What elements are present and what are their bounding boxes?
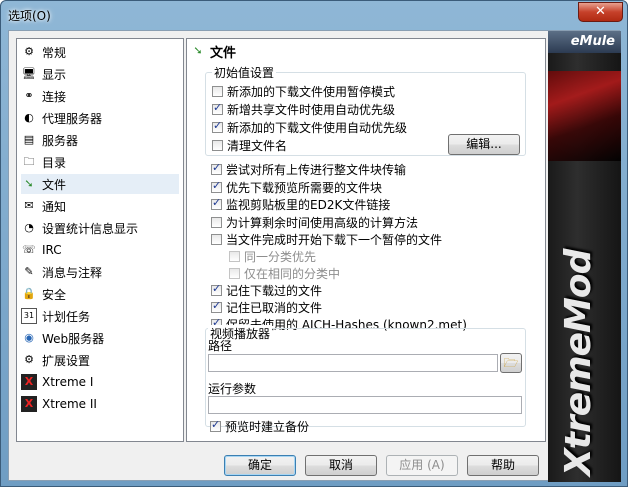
sidebar-item-xtreme-1[interactable]: X Xtreme I	[21, 372, 93, 392]
args-label: 运行参数	[208, 382, 257, 396]
checkbox-box[interactable]	[212, 119, 223, 133]
path-label: 路径	[208, 339, 233, 353]
checkbox-start-next-paused[interactable]: 当文件完成时开始下载下一个暂停的文件	[211, 231, 442, 248]
globe-icon: ◉	[24, 331, 34, 344]
banner-header: eMule	[548, 31, 621, 53]
checkbox-remember-cancelled[interactable]: 记住已取消的文件	[211, 299, 322, 316]
close-icon: ✕	[595, 4, 606, 19]
folder-icon: 🗀	[23, 155, 35, 168]
notify-icon: ✉	[24, 199, 34, 212]
checkbox-box[interactable]	[211, 161, 222, 175]
help-button[interactable]: 帮助	[467, 455, 539, 476]
checkbox-box[interactable]	[212, 101, 223, 115]
checkbox-preview-priority[interactable]: 优先下载预览所需要的文件块	[211, 179, 382, 196]
checkbox-advanced-eta[interactable]: 为计算剩余时间使用高级的计算方法	[211, 214, 418, 231]
sidebar-item-irc[interactable]: ☏ IRC	[21, 240, 62, 260]
player-args-input[interactable]	[208, 396, 522, 414]
checkbox-box[interactable]	[211, 196, 222, 210]
edit-button[interactable]: 编辑...	[448, 134, 520, 155]
emule-logo: eMule	[570, 34, 615, 49]
checkbox-pause-new-downloads[interactable]: 新添加的下载文件使用暂停模式	[212, 83, 395, 100]
checkbox-full-chunk-upload[interactable]: 尝试对所有上传进行整文件块传输	[211, 161, 406, 178]
proxy-icon: ◐	[24, 111, 34, 124]
panel-title: 文件	[210, 45, 237, 61]
sidebar-item-files[interactable]: ➘ 文件	[21, 174, 179, 194]
sidebar-item-general[interactable]: ⚙ 常规	[21, 42, 66, 62]
options-window: 选项(O) ✕ ⚙ 常规 🖥 显示 ⚭ 连接 ◐ 代理服务器 ▤ 服务器 🗀 目录 ➘ 文件 …	[0, 0, 628, 487]
checkbox-preview-backup[interactable]: 预览时建立备份	[210, 418, 309, 435]
checkbox-box[interactable]	[212, 140, 223, 151]
message-icon: ✎	[24, 265, 34, 278]
window-title: 选项(O)	[8, 9, 51, 23]
apply-button[interactable]: 应用 (A)	[386, 455, 458, 476]
checkbox-auto-priority-downloads[interactable]: 新添加的下载文件使用自动优先级	[212, 119, 407, 136]
xtrememod-banner: eMule XtremeMod	[548, 31, 621, 482]
sidebar-item-xtreme-2[interactable]: X Xtreme II	[21, 394, 97, 414]
sidebar-item-connection[interactable]: ⚭ 连接	[21, 86, 66, 106]
xtreme-icon: X	[21, 396, 37, 412]
xtreme-icon: X	[21, 374, 37, 390]
checkbox-box[interactable]	[212, 86, 223, 97]
stats-icon: ◔	[24, 221, 34, 234]
checkbox-only-same-category[interactable]: 仅在相同的分类中	[229, 265, 340, 282]
video-player-group: 视频播放器 路径 🗁 运行参数 预览时建立备份	[205, 325, 526, 434]
sidebar-item-security[interactable]: 🔒 安全	[21, 284, 66, 304]
extend-icon: ⚙	[24, 353, 34, 366]
monitor-icon: 🖥	[22, 67, 36, 80]
sidebar-item-scheduler[interactable]: 31 计划任务	[21, 306, 90, 326]
sidebar-item-server[interactable]: ▤ 服务器	[21, 130, 78, 150]
connection-icon: ⚭	[24, 89, 34, 102]
group-title-initial: 初始值设置	[212, 64, 277, 81]
browse-button[interactable]: 🗁	[500, 353, 522, 373]
sidebar-item-notify[interactable]: ✉ 通知	[21, 196, 66, 216]
file-arrow-icon: ➘	[24, 177, 34, 190]
lock-icon: 🔒	[22, 287, 36, 300]
ok-button[interactable]: 确定	[224, 455, 296, 476]
sidebar-item-messages[interactable]: ✎ 消息与注释	[21, 262, 102, 282]
calendar-icon: 31	[21, 308, 37, 324]
gear-icon: ⚙	[24, 45, 34, 58]
sidebar-item-directories[interactable]: 🗀 目录	[21, 152, 67, 172]
checkbox-box[interactable]	[229, 268, 240, 279]
banner-decoration	[548, 71, 621, 161]
checkbox-box[interactable]	[211, 217, 222, 228]
irc-icon: ☏	[22, 243, 36, 256]
cancel-button[interactable]: 取消	[305, 455, 377, 476]
checkbox-box[interactable]	[229, 251, 240, 262]
checkbox-same-category-first[interactable]: 同一分类优先	[229, 248, 316, 265]
options-tree: ⚙ 常规 🖥 显示 ⚭ 连接 ◐ 代理服务器 ▤ 服务器 🗀 目录 ➘ 文件 ✉ 通知 ◔ 设置统…	[16, 38, 184, 442]
checkbox-watch-clipboard[interactable]: 监视剪贴板里的ED2K文件链接	[211, 196, 390, 213]
checkbox-box[interactable]	[211, 179, 222, 193]
checkbox-remember-downloaded[interactable]: 记住下载过的文件	[211, 282, 322, 299]
folder-open-icon: 🗁	[503, 356, 519, 370]
sidebar-item-proxy[interactable]: ◐ 代理服务器	[21, 108, 102, 128]
close-button[interactable]: ✕	[578, 2, 623, 22]
server-icon: ▤	[23, 133, 35, 146]
title-bar: 选项(O) ✕	[1, 1, 627, 29]
files-settings-panel: ➘ 文件 初始值设置 新添加的下载文件使用暂停模式 新增共享文件时使用自动优先级…	[186, 38, 546, 442]
sidebar-item-statistics[interactable]: ◔ 设置统计信息显示	[21, 218, 138, 238]
initial-settings-group: 初始值设置 新添加的下载文件使用暂停模式 新增共享文件时使用自动优先级 新添加的…	[205, 64, 526, 156]
checkbox-box[interactable]	[210, 418, 221, 432]
checkbox-box[interactable]	[211, 234, 222, 245]
checkbox-clean-filenames[interactable]: 清理文件名	[212, 137, 287, 154]
checkbox-box[interactable]	[211, 282, 222, 296]
dialog-client: ⚙ 常规 🖥 显示 ⚭ 连接 ◐ 代理服务器 ▤ 服务器 🗀 目录 ➘ 文件 ✉ 通知 ◔ 设置统…	[8, 30, 621, 482]
sidebar-item-display[interactable]: 🖥 显示	[21, 64, 66, 84]
panel-header: ➘ 文件	[190, 42, 237, 61]
file-arrow-icon: ➘	[193, 44, 203, 57]
checkbox-auto-priority-shared[interactable]: 新增共享文件时使用自动优先级	[212, 101, 395, 118]
player-path-input[interactable]	[208, 354, 498, 372]
sidebar-item-webserver[interactable]: ◉ Web服务器	[21, 328, 104, 348]
xtrememod-logo: XtremeMod	[558, 249, 599, 476]
checkbox-box[interactable]	[211, 299, 222, 313]
sidebar-item-extended[interactable]: ⚙ 扩展设置	[21, 350, 90, 370]
